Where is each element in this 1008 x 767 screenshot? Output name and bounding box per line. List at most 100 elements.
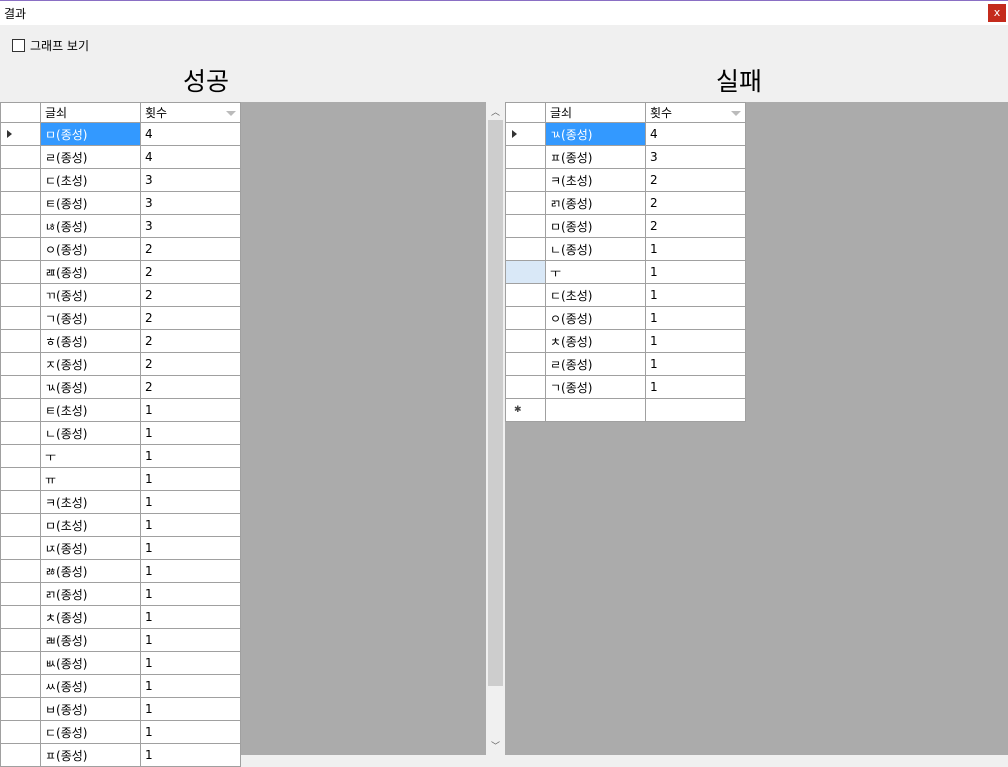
key-cell[interactable]: ㄹ(종성) [40,145,141,169]
table-row[interactable]: ㄱ(종성) 2 [0,306,241,330]
table-row[interactable]: ㄺ(종성) 1 [0,582,241,606]
key-cell[interactable]: ㄴ(종성) [545,237,646,261]
row-header[interactable] [0,605,41,629]
key-cell[interactable]: ㄲ(종성) [40,283,141,307]
count-cell[interactable]: 4 [645,122,746,146]
count-cell[interactable]: 1 [140,444,241,468]
key-cell[interactable]: ㅄ(종성) [40,651,141,675]
count-cell[interactable]: 1 [140,559,241,583]
count-cell[interactable]: 1 [140,490,241,514]
corner-header[interactable] [0,102,41,123]
table-row[interactable]: ㅌ(종성) 3 [0,191,241,215]
table-row[interactable]: ㄷ(초성) 3 [0,168,241,192]
row-header[interactable] [0,536,41,560]
key-cell[interactable]: ㄷ(초성) [40,168,141,192]
count-cell[interactable]: 1 [645,237,746,261]
key-cell[interactable]: ㅈ(종성) [40,352,141,376]
table-row[interactable]: ㄲ(종성) 2 [0,283,241,307]
row-header[interactable] [0,260,41,284]
key-cell[interactable]: ㅋ(초성) [545,168,646,192]
key-cell[interactable]: ㄿ(종성) [40,260,141,284]
row-header[interactable] [0,490,41,514]
count-cell[interactable]: 2 [645,191,746,215]
table-row[interactable]: ㄿ(종성) 2 [0,260,241,284]
table-row[interactable]: ㄱ(종성) 1 [505,375,746,399]
new-row[interactable]: ✱ [505,398,746,422]
row-header[interactable] [0,467,41,491]
table-row[interactable]: ㅋ(초성) 2 [505,168,746,192]
count-cell[interactable]: 1 [140,467,241,491]
row-header[interactable] [505,283,546,307]
checkbox-box[interactable] [12,39,25,52]
row-header[interactable] [505,306,546,330]
row-header[interactable] [0,697,41,721]
column-header-count[interactable]: 횟수 [645,102,746,123]
row-header[interactable] [0,191,41,215]
key-cell[interactable]: ㅌ(종성) [40,191,141,215]
row-header[interactable] [0,559,41,583]
row-header[interactable] [505,191,546,215]
key-cell[interactable]: ㅊ(종성) [40,605,141,629]
count-cell[interactable]: 2 [140,283,241,307]
count-cell[interactable]: 1 [140,582,241,606]
row-header[interactable] [0,674,41,698]
count-cell[interactable]: 2 [140,306,241,330]
scroll-down-icon[interactable]: ﹀ [487,739,504,752]
row-header[interactable] [0,283,41,307]
table-row[interactable]: ㅊ(종성) 1 [505,329,746,353]
table-row[interactable]: ㄹ(종성) 4 [0,145,241,169]
key-cell[interactable]: ㅋ(초성) [40,490,141,514]
row-header[interactable] [0,513,41,537]
row-header[interactable] [505,168,546,192]
row-header[interactable] [0,651,41,675]
key-cell[interactable]: ㄷ(초성) [545,283,646,307]
table-row[interactable]: ㄷ(종성) 1 [0,720,241,744]
table-row[interactable]: ㄷ(초성) 1 [505,283,746,307]
key-cell[interactable]: ㅌ(초성) [40,398,141,422]
key-cell[interactable]: ㄼ(종성) [40,628,141,652]
table-row[interactable]: ㅁ(종성) 2 [505,214,746,238]
table-row[interactable]: ㄵ(종성) 1 [0,536,241,560]
key-cell[interactable]: ㄺ(종성) [545,191,646,215]
row-header[interactable] [505,352,546,376]
table-row[interactable]: ㅊ(종성) 1 [0,605,241,629]
key-cell[interactable]: ㅊ(종성) [545,329,646,353]
count-cell[interactable]: 2 [140,375,241,399]
table-row[interactable]: ㄳ(종성) 2 [0,375,241,399]
key-cell[interactable]: ㅍ(종성) [545,145,646,169]
scroll-up-icon[interactable]: ︿ [487,105,504,118]
count-cell[interactable]: 2 [645,168,746,192]
row-header[interactable] [505,329,546,353]
count-cell[interactable]: 1 [645,375,746,399]
row-header[interactable] [505,214,546,238]
count-cell[interactable]: 4 [140,145,241,169]
key-cell[interactable]: ㄴ(종성) [40,421,141,445]
row-header[interactable] [0,398,41,422]
table-row[interactable]: ㅂ(종성) 1 [0,697,241,721]
table-row[interactable]: ㅇ(종성) 2 [0,237,241,261]
table-row[interactable]: ㄺ(종성) 2 [505,191,746,215]
key-cell[interactable] [545,398,646,422]
table-row[interactable]: ㅄ(종성) 1 [0,651,241,675]
row-header[interactable] [0,329,41,353]
key-cell[interactable]: ㄷ(종성) [40,720,141,744]
count-cell[interactable]: 1 [140,536,241,560]
success-grid[interactable]: 글쇠 횟수 ㅁ(종성) 4 ㄹ(종성) 4 ㄷ(초성) 3 ㅌ(종성) 3 ㄶ(… [0,102,241,767]
key-cell[interactable]: ㅆ(종성) [40,674,141,698]
key-cell[interactable]: ㅇ(종성) [545,306,646,330]
key-cell[interactable]: ㄺ(종성) [40,582,141,606]
key-cell[interactable]: ㄱ(종성) [545,375,646,399]
table-row[interactable]: ㅜ 1 [505,260,746,284]
vertical-scrollbar[interactable]: ︿ ﹀ [487,102,504,755]
count-cell[interactable]: 1 [645,260,746,284]
row-header[interactable] [0,582,41,606]
key-cell[interactable]: ㅍ(종성) [40,743,141,767]
row-header[interactable] [0,145,41,169]
count-cell[interactable]: 2 [140,237,241,261]
count-cell[interactable] [645,398,746,422]
row-header[interactable] [0,444,41,468]
table-row[interactable]: ㅠ 1 [0,467,241,491]
count-cell[interactable]: 1 [645,329,746,353]
table-row[interactable]: ㄴ(종성) 1 [0,421,241,445]
count-cell[interactable]: 1 [140,513,241,537]
